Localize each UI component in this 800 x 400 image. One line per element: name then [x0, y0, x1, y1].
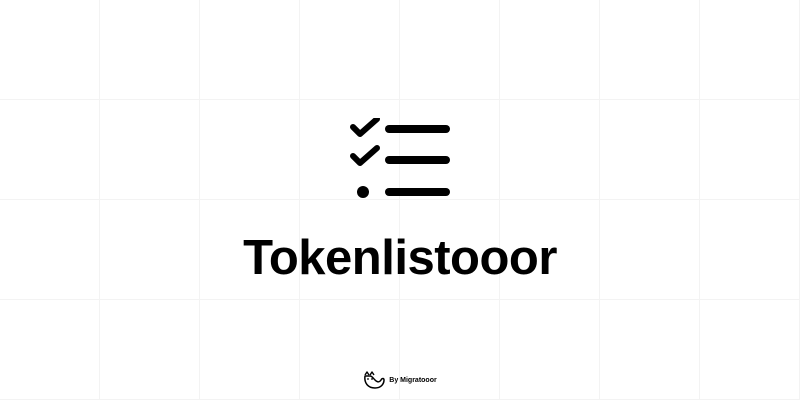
app-title: Tokenlistooor [243, 231, 557, 285]
footer-credit[interactable]: By Migratooor [0, 370, 800, 390]
cat-icon [364, 371, 386, 389]
checklist-icon [350, 118, 450, 198]
footer-label: By Migratooor [389, 377, 437, 384]
banner-canvas: Tokenlistooor By Migratooor [0, 0, 800, 400]
